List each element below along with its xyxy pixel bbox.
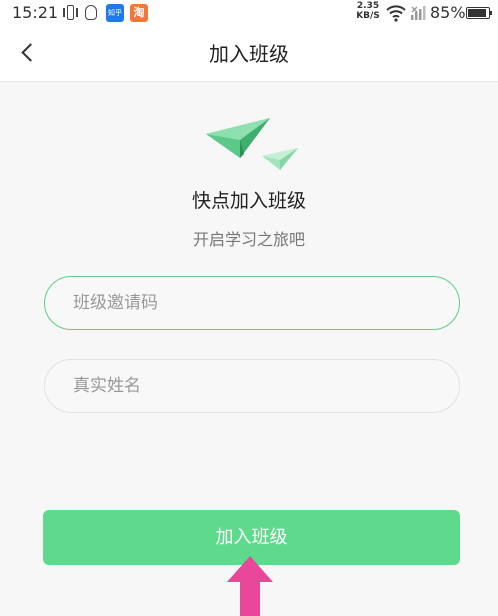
paper-plane-icon [206,118,298,170]
invite-code-input[interactable]: 班级邀请码 [44,276,460,330]
network-speed: 2.35 KB/S [355,1,381,21]
page-title: 加入班级 [209,42,289,66]
hero-title: 快点加入班级 [191,190,306,212]
battery-icon [466,4,494,22]
status-bar: 15:21 知乎 淘 2.35 KB/S 85% [0,0,498,26]
taobao-app-icon: 淘 [130,4,148,22]
status-time: 15:21 [12,3,59,22]
back-button[interactable] [8,34,48,74]
real-name-placeholder: 真实姓名 [73,376,141,396]
battery-percent: 85% [430,3,466,22]
real-name-input[interactable]: 真实姓名 [44,359,460,413]
invite-code-placeholder: 班级邀请码 [73,293,158,313]
qq-icon [83,4,99,22]
network-speed-value: 2.35 [356,1,380,11]
zhihu-app-icon: 知乎 [106,4,124,22]
vibrate-icon [63,4,78,22]
chevron-left-icon [21,43,40,62]
network-speed-unit: KB/S [356,11,380,21]
annotation-arrow-icon [227,556,273,616]
nav-bar: 加入班级 [0,26,498,82]
wifi-icon [386,5,406,22]
signal-icon [411,6,426,20]
hero-subtitle: 开启学习之旅吧 [192,230,305,249]
